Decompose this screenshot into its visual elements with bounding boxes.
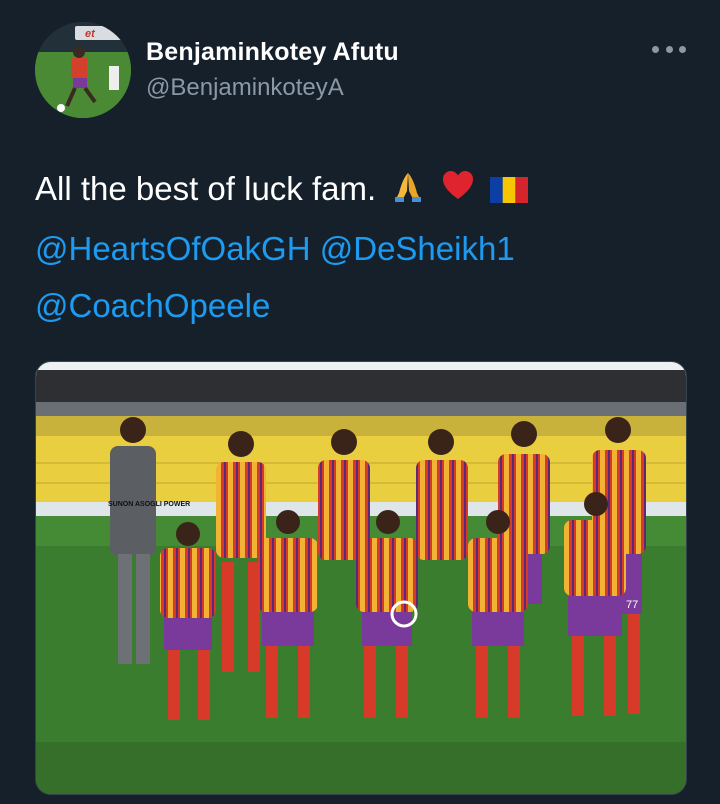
red-heart-icon xyxy=(441,163,475,220)
author-display-name[interactable]: Benjaminkotey Afutu xyxy=(146,38,399,67)
avatar-image: et xyxy=(35,22,131,118)
tweet-body-text: All the best of luck fam. xyxy=(35,170,377,207)
mention-desheikh1[interactable]: @DeSheikh1 xyxy=(320,230,515,267)
media-photo[interactable]: 77 SUNON ASOGLI POWER xyxy=(35,361,687,795)
tweet-text: All the best of luck fam. @HeartsOfOakGH… xyxy=(35,160,685,334)
shirt-number: 77 xyxy=(626,599,638,611)
jersey-sponsor-text: SUNON ASOGLI POWER xyxy=(108,501,190,508)
more-options-button[interactable] xyxy=(652,38,686,60)
folded-hands-icon xyxy=(391,163,425,220)
flag-romania-icon xyxy=(489,163,528,220)
mention-coachopeele[interactable]: @CoachOpeele xyxy=(35,287,270,324)
mention-heartsofoakgh[interactable]: @HeartsOfOakGH xyxy=(35,230,311,267)
tweet-card: et Benjaminkotey Afutu @BenjaminkoteyA A… xyxy=(0,0,720,804)
dot-icon xyxy=(679,45,686,53)
author-handle[interactable]: @BenjaminkoteyA xyxy=(146,74,344,102)
avatar-sign-text: et xyxy=(85,28,96,40)
team-photo: 77 SUNON ASOGLI POWER xyxy=(36,362,686,794)
dot-icon xyxy=(665,45,673,53)
dot-icon xyxy=(652,45,659,53)
avatar[interactable]: et xyxy=(35,22,131,118)
